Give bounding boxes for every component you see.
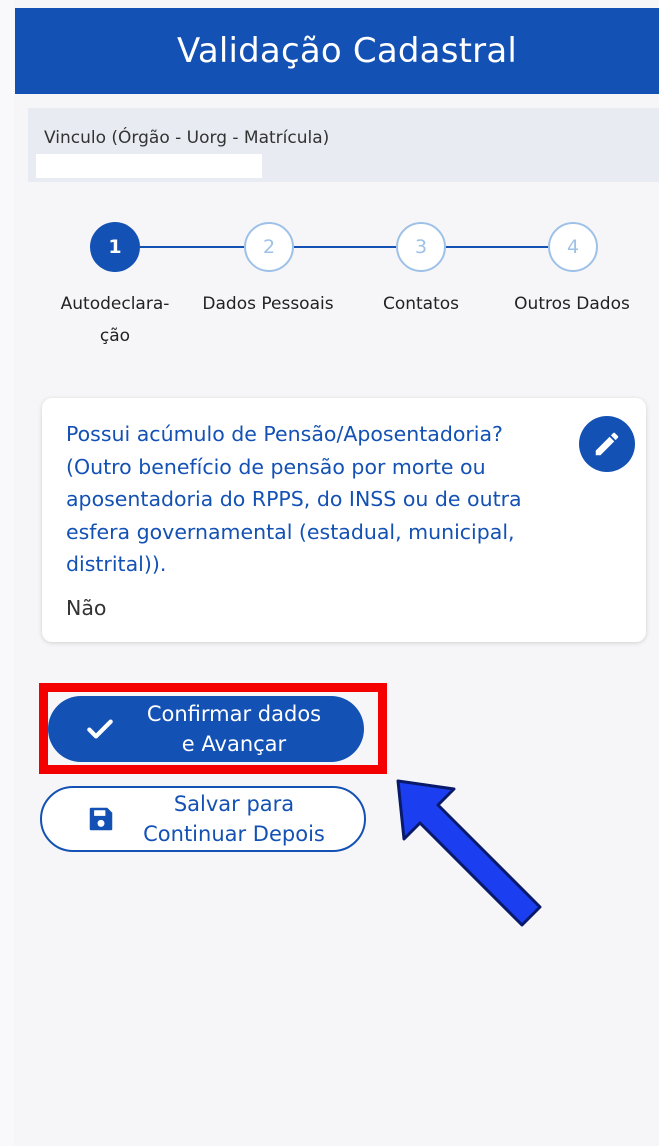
- floppy-disk-icon: [89, 807, 113, 831]
- step-1-label: Autodeclara- ção: [50, 288, 180, 352]
- edit-button[interactable]: [579, 416, 635, 472]
- step-1-label-line1: Autodeclara-: [60, 294, 170, 314]
- page-title: Validação Cadastral: [177, 31, 517, 71]
- save-for-later-button[interactable]: Salvar para Continuar Depois: [40, 786, 366, 852]
- vinculo-field[interactable]: Vinculo (Órgão - Uorg - Matrícula): [28, 108, 659, 182]
- step-connector-2-3: [294, 246, 396, 248]
- question-line: (Outro benefício de pensão por morte ou: [66, 454, 486, 479]
- save-label-line2: Continuar Depois: [143, 822, 325, 846]
- stepper: 1 2 3 4 Autodeclara- ção Dados Pessoais …: [0, 222, 659, 352]
- save-label-line1: Salvar para: [173, 792, 295, 816]
- save-button-label: Salvar para Continuar Depois: [116, 789, 364, 849]
- app-screen: Validação Cadastral Vinculo (Órgão - Uor…: [0, 0, 659, 1146]
- answer-value: Não: [66, 596, 107, 620]
- app-header: Validação Cadastral: [15, 8, 659, 94]
- highlight-box: [39, 683, 387, 774]
- step-4-label: Outros Dados: [514, 294, 630, 314]
- step-1-circle[interactable]: 1: [90, 222, 140, 272]
- step-4-circle[interactable]: 4: [548, 222, 598, 272]
- screen-edge: [0, 0, 14, 1146]
- step-2-label: Dados Pessoais: [202, 294, 334, 314]
- step-3-label: Contatos: [382, 294, 460, 314]
- step-1-label-line2: ção: [99, 326, 131, 346]
- pencil-icon: [595, 432, 619, 456]
- question-line: esfera governamental (estadual, municipa…: [66, 519, 515, 544]
- question-text: Possui acúmulo de Pensão/Aposentadoria? …: [66, 418, 576, 581]
- vinculo-label: Vinculo (Órgão - Uorg - Matrícula): [44, 128, 330, 148]
- step-2-circle[interactable]: 2: [244, 222, 294, 272]
- question-card: Possui acúmulo de Pensão/Aposentadoria? …: [42, 398, 646, 642]
- step-connector-3-4: [446, 246, 548, 248]
- question-line: distrital)).: [66, 552, 167, 576]
- step-3-circle[interactable]: 3: [396, 222, 446, 272]
- pointer-arrow-icon: [396, 779, 542, 927]
- question-line: Possui acúmulo de Pensão/Aposentadoria?: [66, 422, 503, 446]
- vinculo-value: [36, 154, 262, 178]
- question-line: aposentadoria do RPPS, do INSS ou de out…: [66, 487, 522, 511]
- step-connector-1-2: [140, 246, 244, 248]
